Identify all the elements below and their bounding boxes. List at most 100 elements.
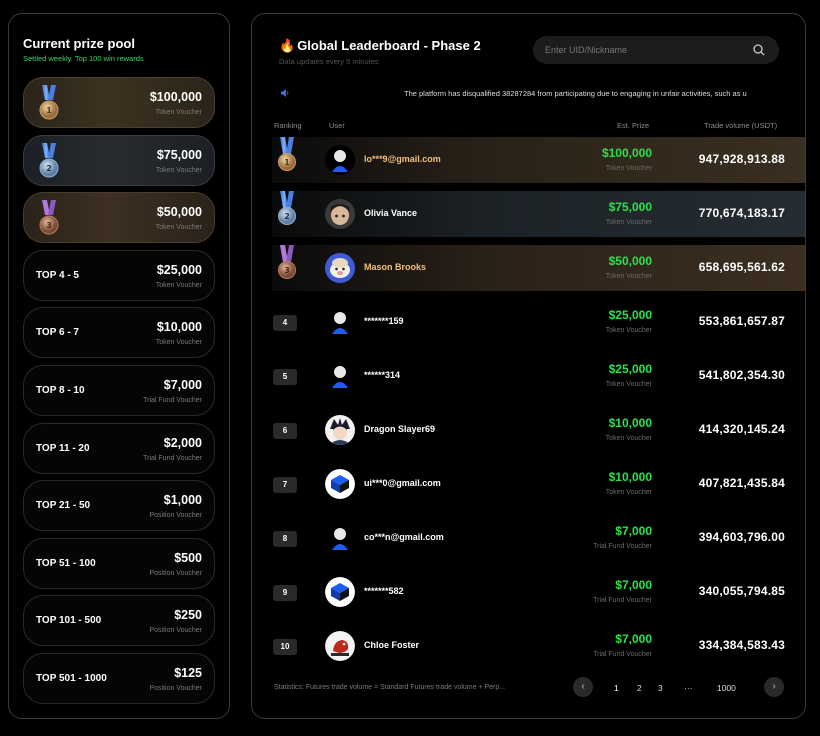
table-row: 5 ******314 $25,000 Token Voucher 541,80…: [272, 353, 805, 399]
trade-volume: 340,055,794.85: [698, 584, 785, 598]
rank-badge: 5: [273, 369, 297, 385]
trade-volume: 770,674,183.17: [698, 206, 785, 220]
prize-type: Token Voucher: [155, 166, 202, 174]
table-row: 9 *******582 $7,000 Trial Fund Voucher 3…: [272, 569, 805, 615]
prize-item: TOP 51 - 100 $500 Position Voucher: [23, 537, 215, 589]
silver-medal-icon: 2: [277, 191, 297, 237]
prize-item: TOP 6 - 7 $10,000 Token Voucher: [23, 307, 215, 359]
prize-type: Token Voucher: [605, 219, 652, 226]
avatar: [325, 361, 355, 391]
prize-type: Trial Fund Voucher: [593, 597, 652, 604]
bronze-medal-icon: 3: [39, 200, 59, 236]
est-prize: $7,000: [615, 524, 652, 538]
rank-badge: 8: [273, 531, 297, 547]
gold-medal-icon: 1: [277, 137, 297, 183]
prize-type: Trial Fund Voucher: [593, 543, 652, 550]
prize-type: Position Voucher: [149, 512, 202, 520]
prize-rank: TOP 501 - 1000: [36, 672, 107, 684]
avatar: [325, 631, 355, 661]
svg-text:1: 1: [46, 106, 52, 115]
leaderboard-title: 🔥 Global Leaderboard - Phase 2: [279, 38, 481, 54]
avatar: [325, 145, 355, 175]
avatar: [325, 469, 355, 499]
search-box[interactable]: [533, 36, 779, 64]
prize-amount: $75,000: [156, 147, 202, 162]
prize-type: Trial Fund Voucher: [143, 396, 202, 404]
rank-badge: 6: [273, 423, 297, 439]
rank-badge: 9: [273, 585, 297, 601]
trade-volume: 407,821,435.84: [698, 476, 785, 490]
bronze-medal-icon: 3: [277, 245, 297, 291]
leaderboard-title-text: Global Leaderboard - Phase 2: [297, 38, 481, 53]
table-row: 3 Mason Brooks $50,000 Token Voucher 658…: [272, 245, 805, 291]
search-icon[interactable]: [753, 44, 765, 56]
prize-rank: TOP 21 - 50: [36, 500, 91, 512]
prize-pool-panel: Current prize pool Settled weekly. Top 1…: [8, 13, 230, 719]
prize-item: TOP 8 - 10 $7,000 Trial Fund Voucher: [23, 364, 215, 416]
username[interactable]: Olivia Vance: [364, 208, 417, 218]
prize-type: Position Voucher: [149, 569, 202, 577]
est-prize: $10,000: [608, 416, 652, 430]
page-last[interactable]: 1000: [717, 683, 736, 693]
prize-rank: TOP 51 - 100: [36, 557, 96, 569]
svg-text:2: 2: [46, 164, 52, 173]
prize-type: Trial Fund Voucher: [593, 651, 652, 658]
prize-pool-subtitle: Settled weekly. Top 100 win rewards: [23, 54, 144, 63]
prize-type: Trial Fund Voucher: [143, 454, 202, 462]
prize-amount: $125: [174, 665, 202, 680]
prize-amount: $500: [174, 550, 202, 565]
prize-amount: $100,000: [149, 90, 202, 104]
trade-volume: 658,695,561.62: [698, 260, 785, 274]
speaker-icon: [281, 89, 289, 97]
est-prize: $25,000: [608, 308, 652, 322]
table-row: 6 Dragon Slayer69 $10,000 Token Voucher …: [272, 407, 805, 453]
est-prize: $100,000: [601, 146, 652, 160]
avatar: [325, 253, 355, 283]
prize-type: Token Voucher: [155, 109, 202, 116]
username[interactable]: Mason Brooks: [364, 262, 426, 272]
prize-type: Token Voucher: [605, 435, 652, 442]
prize-item-top1: 1 $100,000 Token Voucher: [23, 77, 215, 128]
prize-item: TOP 501 - 1000 $125 Position Voucher: [23, 652, 215, 704]
username[interactable]: ui***0@gmail.com: [364, 478, 441, 488]
prize-rank: TOP 6 - 7: [36, 327, 79, 339]
page-2[interactable]: 2: [637, 683, 642, 693]
avatar: [325, 523, 355, 553]
username[interactable]: *******582: [364, 586, 404, 596]
trade-volume: 553,861,657.87: [698, 314, 785, 328]
prize-item: TOP 21 - 50 $1,000 Position Voucher: [23, 480, 215, 532]
pagination-ellipsis[interactable]: ···: [684, 683, 693, 693]
trade-volume: 334,384,583.43: [698, 638, 785, 652]
prize-rank: TOP 101 - 500: [36, 615, 102, 627]
prize-column-header: Est. Prize: [617, 121, 650, 130]
username[interactable]: *******159: [364, 316, 404, 326]
est-prize: $10,000: [608, 470, 652, 484]
trade-volume: 541,802,354.30: [698, 368, 785, 382]
username[interactable]: lo***9@gmail.com: [364, 154, 441, 164]
prize-type: Token Voucher: [605, 273, 652, 280]
prize-pool-title: Current prize pool: [23, 36, 135, 51]
silver-medal-icon: 2: [39, 142, 59, 179]
trade-volume: 414,320,145.24: [698, 422, 785, 436]
trade-volume: 394,603,796.00: [698, 530, 785, 544]
search-input[interactable]: [545, 36, 745, 64]
leaderboard-panel: 🔥 Global Leaderboard - Phase 2 Data updat…: [251, 13, 806, 719]
prize-rank: TOP 8 - 10: [36, 384, 85, 396]
page-3[interactable]: 3: [658, 683, 663, 693]
rank-badge: 4: [273, 315, 297, 331]
username[interactable]: Chloe Foster: [364, 640, 419, 650]
table-row: 2 Olivia Vance $75,000 Token Voucher 770…: [272, 191, 805, 237]
prev-page-button[interactable]: ‹: [573, 677, 593, 697]
svg-text:3: 3: [46, 221, 52, 230]
username[interactable]: ******314: [364, 370, 400, 380]
username[interactable]: Dragon Slayer69: [364, 424, 435, 434]
prize-amount: $7,000: [163, 377, 202, 392]
est-prize: $50,000: [608, 254, 652, 268]
prize-item: TOP 11 - 20 $2,000 Trial Fund Voucher: [23, 422, 215, 474]
svg-text:2: 2: [284, 212, 290, 221]
username[interactable]: co***n@gmail.com: [364, 532, 444, 542]
prize-item-top2: 2 $75,000 Token Voucher: [23, 134, 215, 186]
next-page-button[interactable]: ›: [764, 677, 784, 697]
avatar: [325, 577, 355, 607]
page-1[interactable]: 1: [614, 683, 619, 693]
